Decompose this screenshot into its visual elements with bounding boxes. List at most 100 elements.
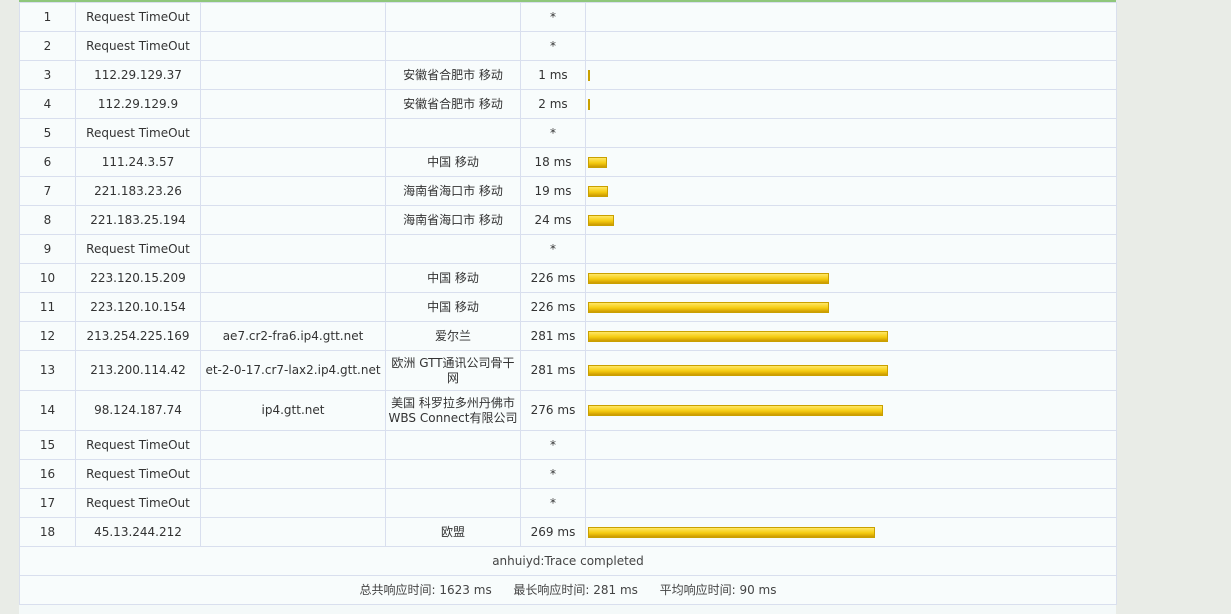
- hop-ip: 98.124.187.74: [75, 390, 201, 431]
- hop-ip: Request TimeOut: [75, 459, 201, 489]
- trace-panel: 1 Request TimeOut * 2 Request TimeOut * 3 112.2…: [19, 0, 1117, 614]
- summary-row: 总共响应时间: 1623 ms 最长响应时间: 281 ms 平均响应时间: 9…: [19, 575, 1117, 605]
- hop-row: 10 223.120.15.209 中国 移动 226 ms: [19, 263, 1117, 293]
- hop-hostname: [200, 292, 386, 322]
- hop-ip: Request TimeOut: [75, 31, 201, 61]
- avg-time-value: 90 ms: [739, 582, 777, 597]
- hop-time: *: [520, 31, 586, 61]
- hop-ip: 45.13.244.212: [75, 517, 201, 547]
- hop-number: 17: [19, 488, 76, 518]
- hop-location: [385, 118, 521, 148]
- hop-row: 8 221.183.25.194 海南省海口市 移动 24 ms: [19, 205, 1117, 235]
- hop-latency-bar-cell: [585, 118, 1117, 148]
- hop-time: 24 ms: [520, 205, 586, 235]
- latency-bar: [588, 526, 875, 538]
- total-time-label: 总共响应时间:: [359, 582, 436, 597]
- hop-location: 美国 科罗拉多州丹佛市 WBS Connect有限公司: [385, 390, 521, 431]
- hop-latency-bar-cell: [585, 89, 1117, 119]
- hop-location: 中国 移动: [385, 147, 521, 177]
- hop-number: 8: [19, 205, 76, 235]
- latency-bar: [588, 272, 829, 284]
- hop-row: 13 213.200.114.42 et-2-0-17.cr7-lax2.ip4.g…: [19, 350, 1117, 391]
- latency-bar: [588, 98, 590, 110]
- hop-location: [385, 488, 521, 518]
- hop-row: 6 111.24.3.57 中国 移动 18 ms: [19, 147, 1117, 177]
- hop-hostname: [200, 234, 386, 264]
- hop-latency-bar-cell: [585, 430, 1117, 460]
- status-row: anhuiyd:Trace completed: [19, 546, 1117, 576]
- hop-latency-bar-cell: [585, 350, 1117, 391]
- hop-hostname: ip4.gtt.net: [200, 390, 386, 431]
- hop-number: 2: [19, 31, 76, 61]
- hop-row: 9 Request TimeOut *: [19, 234, 1117, 264]
- hop-time: 19 ms: [520, 176, 586, 206]
- hop-time: 1 ms: [520, 60, 586, 90]
- latency-bar: [588, 185, 608, 197]
- hop-location: 安徽省合肥市 移动: [385, 60, 521, 90]
- hop-row: 12 213.254.225.169 ae7.cr2-fra6.ip4.gtt.ne…: [19, 321, 1117, 351]
- hop-location: 安徽省合肥市 移动: [385, 89, 521, 119]
- hop-row: 16 Request TimeOut *: [19, 459, 1117, 489]
- hop-row: 1 Request TimeOut *: [19, 2, 1117, 32]
- hop-ip: Request TimeOut: [75, 2, 201, 32]
- hop-ip: 111.24.3.57: [75, 147, 201, 177]
- hop-hostname: [200, 459, 386, 489]
- hop-hostname: [200, 176, 386, 206]
- hop-latency-bar-cell: [585, 60, 1117, 90]
- hop-ip: Request TimeOut: [75, 234, 201, 264]
- hop-ip: 213.254.225.169: [75, 321, 201, 351]
- hop-location: [385, 430, 521, 460]
- hop-latency-bar-cell: [585, 517, 1117, 547]
- latency-bar: [588, 214, 614, 226]
- hop-time: *: [520, 234, 586, 264]
- hop-latency-bar-cell: [585, 263, 1117, 293]
- latency-bar: [588, 405, 883, 416]
- hop-time: *: [520, 430, 586, 460]
- hop-location: [385, 459, 521, 489]
- hop-latency-bar-cell: [585, 205, 1117, 235]
- traceroute-table: 1 Request TimeOut * 2 Request TimeOut * 3 112.2…: [19, 2, 1117, 605]
- hop-rows: 1 Request TimeOut * 2 Request TimeOut * 3 112.2…: [19, 2, 1117, 547]
- hop-latency-bar-cell: [585, 488, 1117, 518]
- hop-ip: 223.120.15.209: [75, 263, 201, 293]
- hop-number: 7: [19, 176, 76, 206]
- latency-bar: [588, 365, 888, 376]
- hop-location: [385, 234, 521, 264]
- hop-number: 1: [19, 2, 76, 32]
- hop-hostname: [200, 2, 386, 32]
- hop-ip: Request TimeOut: [75, 430, 201, 460]
- hop-row: 11 223.120.10.154 中国 移动 226 ms: [19, 292, 1117, 322]
- hop-hostname: [200, 147, 386, 177]
- hop-latency-bar-cell: [585, 31, 1117, 61]
- hop-time: *: [520, 459, 586, 489]
- hop-time: *: [520, 118, 586, 148]
- hop-time: 18 ms: [520, 147, 586, 177]
- latency-bar: [588, 330, 888, 342]
- hop-latency-bar-cell: [585, 321, 1117, 351]
- hop-number: 9: [19, 234, 76, 264]
- hop-number: 16: [19, 459, 76, 489]
- latency-bar: [588, 156, 607, 168]
- trace-status: anhuiyd:Trace completed: [19, 546, 1117, 576]
- hop-time: *: [520, 2, 586, 32]
- hop-location: 欧洲 GTT通讯公司骨干网: [385, 350, 521, 391]
- hop-number: 6: [19, 147, 76, 177]
- hop-hostname: [200, 118, 386, 148]
- hop-location: 欧盟: [385, 517, 521, 547]
- hop-ip: 213.200.114.42: [75, 350, 201, 391]
- hop-number: 5: [19, 118, 76, 148]
- hop-time: 276 ms: [520, 390, 586, 431]
- max-time-value: 281 ms: [593, 582, 638, 597]
- hop-ip: 112.29.129.37: [75, 60, 201, 90]
- hop-number: 10: [19, 263, 76, 293]
- hop-row: 7 221.183.23.26 海南省海口市 移动 19 ms: [19, 176, 1117, 206]
- hop-number: 18: [19, 517, 76, 547]
- hop-ip: Request TimeOut: [75, 488, 201, 518]
- hop-row: 15 Request TimeOut *: [19, 430, 1117, 460]
- hop-time: 269 ms: [520, 517, 586, 547]
- hop-number: 13: [19, 350, 76, 391]
- hop-row: 2 Request TimeOut *: [19, 31, 1117, 61]
- hop-location: 海南省海口市 移动: [385, 176, 521, 206]
- hop-row: 3 112.29.129.37 安徽省合肥市 移动 1 ms: [19, 60, 1117, 90]
- hop-time: 281 ms: [520, 350, 586, 391]
